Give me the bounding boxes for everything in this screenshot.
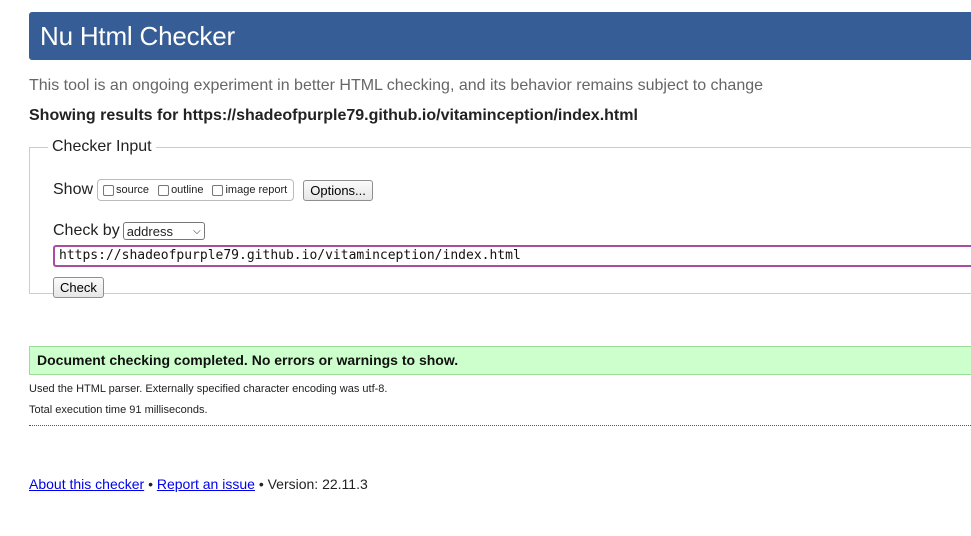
- show-outline-option[interactable]: outline: [155, 184, 203, 196]
- show-options-group: source outline image report: [97, 179, 295, 201]
- url-input[interactable]: https://shadeofpurple79.github.io/vitami…: [53, 245, 971, 267]
- checker-input-legend: Checker Input: [52, 138, 152, 155]
- show-label: Show: [53, 181, 94, 198]
- execution-time-text: Total execution time 91 milliseconds.: [29, 404, 208, 416]
- check-by-select[interactable]: address ⌵: [122, 222, 205, 240]
- parser-info-text: Used the HTML parser. Externally specifi…: [29, 383, 388, 395]
- outline-label: outline: [171, 184, 204, 196]
- show-image-report-option[interactable]: image report: [209, 184, 287, 196]
- divider: [29, 425, 971, 426]
- intro-text: This tool is an ongoing experiment in be…: [29, 77, 764, 94]
- image-report-checkbox[interactable]: [212, 184, 224, 196]
- footer: About this checker • Report an issue • V…: [29, 476, 368, 492]
- check-by-label: Check by: [53, 222, 120, 239]
- page: Nu Html Checker This tool is an ongoing …: [0, 0, 971, 536]
- options-button[interactable]: Options...: [303, 179, 373, 201]
- source-checkbox[interactable]: [103, 184, 115, 196]
- check-button[interactable]: Check: [53, 277, 104, 298]
- check-by-selected-value: address: [126, 223, 173, 239]
- about-checker-link[interactable]: About this checker: [29, 476, 144, 492]
- show-options-row: Show source outline image report Options…: [53, 176, 373, 204]
- report-issue-link[interactable]: Report an issue: [157, 476, 255, 492]
- source-label: source: [116, 184, 150, 196]
- success-message: Document checking completed. No errors o…: [29, 346, 971, 375]
- image-report-label: image report: [225, 184, 288, 196]
- footer-separator: •: [148, 476, 153, 492]
- show-source-option[interactable]: source: [100, 184, 149, 196]
- header-bar: Nu Html Checker: [29, 12, 971, 60]
- check-by-row: Check by address ⌵: [53, 222, 205, 240]
- chevron-down-icon: ⌵: [193, 225, 201, 237]
- page-title: Nu Html Checker: [40, 21, 235, 51]
- showing-results-heading: Showing results for https://shadeofpurpl…: [29, 107, 638, 124]
- footer-separator: •: [258, 476, 264, 492]
- checker-input-fieldset: Checker Input Show source outline image …: [29, 138, 971, 298]
- version-text: Version: 22.11.3: [267, 476, 368, 492]
- outline-checkbox[interactable]: [158, 184, 170, 196]
